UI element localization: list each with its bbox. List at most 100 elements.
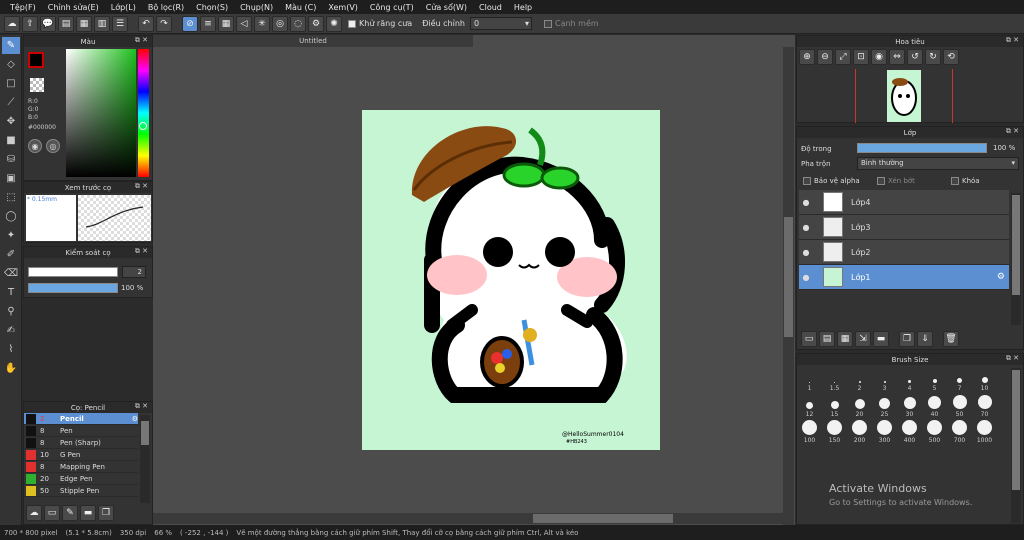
menu-select[interactable]: Chọn(S) [190,3,234,12]
no-snap-icon[interactable]: ⊘ [182,15,198,32]
close-icon[interactable]: ⧉ ✕ [1006,354,1019,363]
brush-size-cell[interactable]: 70 [972,392,997,418]
import-image-icon[interactable]: ⇲ [855,331,871,347]
menu-color[interactable]: Màu (C) [279,3,322,12]
rect-tool-icon[interactable]: □ [2,75,20,92]
brush-size-cell[interactable]: 50 [947,392,972,418]
rotate-right-icon[interactable]: ↻ [925,49,941,65]
eye-icon[interactable]: ● [799,248,813,257]
brush-size-cell[interactable]: 10 [972,366,997,392]
smudge-tool-icon[interactable]: ⟋ [2,94,20,111]
cloud-brush-icon[interactable]: ☁ [26,505,42,521]
eye-icon[interactable]: ● [799,198,813,207]
scroll-thumb[interactable] [1012,195,1020,295]
brush-item[interactable]: 10 G Pen [24,449,138,461]
clip-checkbox[interactable] [877,177,885,185]
close-icon[interactable]: ⧉ ✕ [135,247,148,256]
protect-alpha-checkbox[interactable] [803,177,811,185]
lock-checkbox[interactable] [951,177,959,185]
horizontal-scrollbar[interactable] [153,513,783,524]
brush-size-cell[interactable]: 4 [897,366,922,392]
antialias-option[interactable]: Khử răng cưa [348,19,412,28]
document-tab[interactable]: Untitled [153,35,473,47]
layer-row[interactable]: ● Lớp4 [799,190,1009,215]
close-icon[interactable]: ⧉ ✕ [135,36,148,45]
radial-snap-icon[interactable]: ✳ [254,15,270,32]
text-tool-icon[interactable]: T [2,284,20,301]
transparent-swatch[interactable] [30,78,44,92]
brush-size-cell[interactable]: 700 [947,418,972,444]
menu-filter[interactable]: Bộ lọc(R) [142,3,190,12]
soft-edge-option[interactable]: Cạnh mềm [543,19,599,28]
close-icon[interactable]: ⧉ ✕ [1006,36,1019,45]
gradient-tool-icon[interactable]: ▣ [2,170,20,187]
brush-size-cell[interactable]: 300 [872,418,897,444]
palette-icon[interactable]: ◉ [28,139,42,153]
radial-icon[interactable]: ✺ [326,15,342,32]
redo-icon[interactable]: ↷ [156,15,172,32]
menu-view[interactable]: Xem(V) [322,3,364,12]
folder-icon[interactable]: ▬ [80,505,96,521]
layer-row-selected[interactable]: ● Lớp1 ⚙ [799,265,1009,290]
saturation-value-picker[interactable] [66,49,136,177]
new-brush-icon[interactable]: ▭ [44,505,60,521]
zoom-in-icon[interactable]: ⊕ [799,49,815,65]
protect-alpha-option[interactable]: Bảo vệ alpha [803,177,860,185]
brush-size-cell[interactable]: 1000 [972,418,997,444]
menu-capture[interactable]: Chụp(N) [234,3,279,12]
brush-size-cell[interactable]: 150 [822,418,847,444]
upload-icon[interactable]: ⇪ [22,15,38,32]
brush-item[interactable]: 8 Mapping Pen [24,461,138,473]
clip-option[interactable]: Xén bớt [877,177,915,185]
brush-size-scrollbar[interactable] [1011,368,1021,523]
brush-size-cell[interactable]: 400 [897,418,922,444]
close-icon[interactable]: ⧉ ✕ [135,182,148,191]
new-layer-icon[interactable]: ▭ [801,331,817,347]
brush-size-cell[interactable]: 1.5 [822,366,847,392]
brush-size-cell[interactable]: 12 [797,392,822,418]
move-tool-icon[interactable]: ✥ [2,113,20,130]
lasso-tool-icon[interactable]: ◯ [2,208,20,225]
select-tool-icon[interactable]: ⬚ [2,189,20,206]
close-icon[interactable]: ⧉ ✕ [135,402,148,411]
scroll-thumb[interactable] [533,514,673,523]
layer-row[interactable]: ● Lớp3 [799,215,1009,240]
brush-size-cell[interactable]: 500 [922,418,947,444]
layer-opacity-slider[interactable] [857,143,987,153]
menu-window[interactable]: Cửa sổ(W) [420,3,473,12]
layer-row[interactable]: ● Lớp2 [799,240,1009,265]
brush-size-cell[interactable]: 25 [872,392,897,418]
rotate-icon[interactable]: ◉ [871,49,887,65]
comment-icon[interactable]: ▤ [58,15,74,32]
undo-icon[interactable]: ↶ [138,15,154,32]
fill-rect-tool-icon[interactable]: ■ [2,132,20,149]
gear-icon[interactable]: ⚙ [132,415,138,423]
brush-size-cell[interactable]: 30 [897,392,922,418]
hue-slider[interactable] [138,49,149,177]
eraser-tool-icon[interactable]: ◇ [2,56,20,73]
edit-brush-icon[interactable]: ✎ [62,505,78,521]
select-eraser-icon[interactable]: ⌫ [2,265,20,282]
layer-scrollbar[interactable] [1011,193,1021,325]
divide-tool-icon[interactable]: ⚲ [2,303,20,320]
soft-edge-checkbox[interactable] [543,19,552,28]
brush-size-field[interactable]: 2 [122,266,146,278]
brush-size-cell[interactable]: 200 [847,418,872,444]
trash-icon[interactable]: 🗑 [943,331,959,347]
hand-tool-icon[interactable]: ✋ [2,360,20,377]
brush-item[interactable]: 8 Pen (Sharp) [24,437,138,449]
select-pen-icon[interactable]: ✐ [2,246,20,263]
brush-size-cell[interactable]: 100 [797,418,822,444]
blend-mode-select[interactable]: Bình thường ▾ [857,157,1019,170]
menu-help[interactable]: Help [508,3,538,12]
zoom-out-icon[interactable]: ⊖ [817,49,833,65]
brush-item[interactable]: 50 Stipple Pen [24,485,138,497]
eyedropper-icon[interactable]: ⌇ [2,341,20,358]
panel-icon[interactable]: ▦ [76,15,92,32]
new-halftone-layer-icon[interactable]: ▤ [819,331,835,347]
foreground-swatch[interactable] [28,52,44,68]
flip-icon[interactable]: ⇔ [889,49,905,65]
vertical-scrollbar[interactable] [783,47,794,525]
brush-item[interactable]: 20 Edge Pen [24,473,138,485]
scroll-thumb[interactable] [1012,370,1020,490]
